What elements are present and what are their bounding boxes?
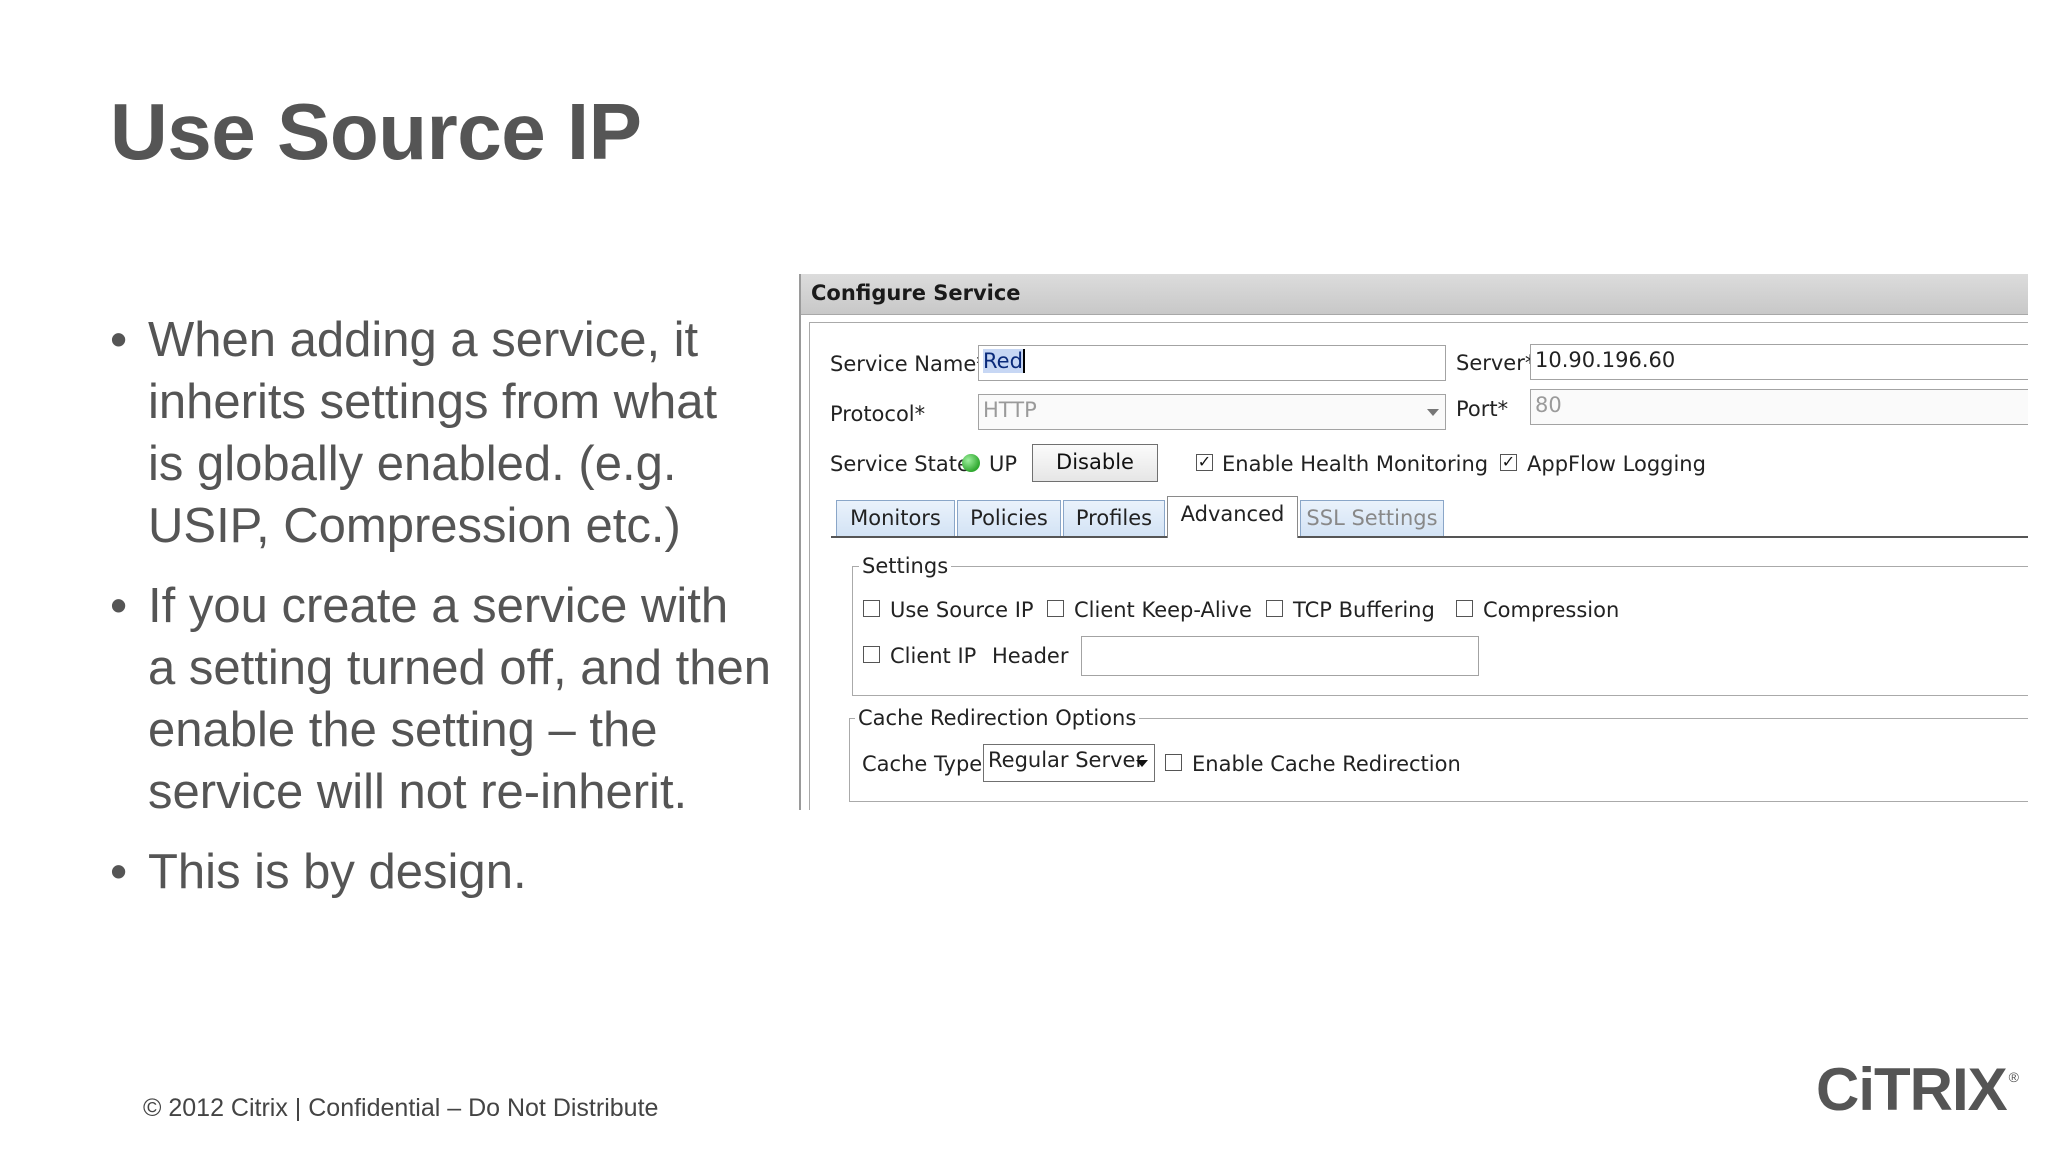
bullet-line: If you create a service with (148, 579, 729, 633)
disable-button[interactable]: Disable (1032, 444, 1158, 482)
bullet-marker: • (110, 579, 128, 633)
compression-checkbox[interactable] (1456, 600, 1473, 617)
configure-service-dialog: Configure Service Service Name* Red Serv… (799, 274, 2028, 810)
footer-copyright: © 2012 Citrix | Confidential – Do Not Di… (143, 1094, 659, 1122)
cache-type-select[interactable]: Regular Server (983, 744, 1155, 782)
bullet-line: enable the setting – the (148, 703, 658, 757)
port-label: Port* (1456, 397, 1509, 421)
cache-redirection-group-label: Cache Redirection Options (855, 706, 1140, 730)
server-input[interactable]: 10.90.196.60 (1530, 344, 2028, 380)
bullet-line: inherits settings from what (148, 375, 718, 429)
tab-monitors[interactable]: Monitors (836, 500, 955, 536)
use-source-ip-label: Use Source IP (890, 598, 1034, 622)
registered-mark: ® (2008, 1069, 2019, 1085)
service-state-value: UP (989, 452, 1018, 476)
service-name-value: Red (983, 349, 1025, 373)
cache-type-value: Regular Server (988, 748, 1145, 772)
checkmark-icon: ✓ (1197, 452, 1212, 471)
protocol-label: Protocol* (830, 402, 926, 426)
tab-advanced[interactable]: Advanced (1167, 496, 1298, 538)
bullet-item: • If you create a service with a setting… (110, 575, 830, 823)
server-label: Server* (1456, 351, 1536, 375)
citrix-logo-text: CiTRIX (1816, 1056, 2008, 1123)
service-name-label: Service Name* (830, 352, 987, 376)
bullet-line: When adding a service, it (148, 313, 699, 367)
client-ip-checkbox[interactable] (863, 646, 880, 663)
chevron-down-icon (1136, 760, 1148, 767)
settings-group: Settings (852, 554, 2028, 696)
bullet-line: a setting turned off, and then (148, 641, 771, 695)
header-input[interactable] (1081, 636, 1479, 676)
bullet-line: This is by design. (148, 845, 527, 899)
compression-label: Compression (1483, 598, 1620, 622)
dialog-title: Configure Service (811, 281, 1021, 305)
bullet-marker: • (110, 845, 128, 899)
chevron-down-icon (1427, 409, 1439, 416)
enable-health-monitoring-checkbox[interactable]: ✓ (1196, 454, 1213, 471)
protocol-select[interactable]: HTTP (978, 394, 1446, 430)
enable-cache-redirection-label: Enable Cache Redirection (1192, 752, 1461, 776)
enable-cache-redirection-checkbox[interactable] (1165, 754, 1182, 771)
checkmark-icon: ✓ (1501, 452, 1516, 471)
bullet-line: service will not re-inherit. (148, 765, 688, 819)
bullet-line: USIP, Compression etc.) (148, 499, 681, 553)
bullet-item: • When adding a service, it inherits set… (110, 309, 830, 557)
service-name-input[interactable]: Red (978, 345, 1446, 381)
slide-title: Use Source IP (110, 87, 642, 176)
client-keep-alive-label: Client Keep-Alive (1074, 598, 1252, 622)
protocol-value: HTTP (983, 398, 1037, 422)
citrix-logo: CiTRIX ® (1816, 1060, 2019, 1120)
use-source-ip-checkbox[interactable] (863, 600, 880, 617)
enable-health-monitoring-label: Enable Health Monitoring (1222, 452, 1489, 476)
service-state-label: Service State (830, 452, 970, 476)
dialog-titlebar: Configure Service (801, 274, 2028, 315)
cache-type-label: Cache Type (862, 752, 983, 776)
header-label: Header (992, 644, 1069, 668)
tab-profiles[interactable]: Profiles (1063, 500, 1165, 536)
bullet-list: • When adding a service, it inherits set… (110, 309, 830, 921)
port-input[interactable]: 80 (1530, 389, 2028, 425)
bullet-item: • This is by design. (110, 841, 830, 903)
appflow-logging-label: AppFlow Logging (1527, 452, 1706, 476)
bullet-marker: • (110, 313, 128, 367)
tcp-buffering-label: TCP Buffering (1293, 598, 1435, 622)
client-keep-alive-checkbox[interactable] (1047, 600, 1064, 617)
tab-strip-underline (831, 536, 2028, 538)
tab-ssl-settings[interactable]: SSL Settings (1300, 500, 1444, 536)
settings-group-label: Settings (859, 554, 952, 578)
appflow-logging-checkbox[interactable]: ✓ (1500, 454, 1517, 471)
green-dot-icon (962, 454, 980, 472)
tcp-buffering-checkbox[interactable] (1266, 600, 1283, 617)
client-ip-label: Client IP (890, 644, 977, 668)
tab-policies[interactable]: Policies (957, 500, 1061, 536)
bullet-line: is globally enabled. (e.g. (148, 437, 677, 491)
